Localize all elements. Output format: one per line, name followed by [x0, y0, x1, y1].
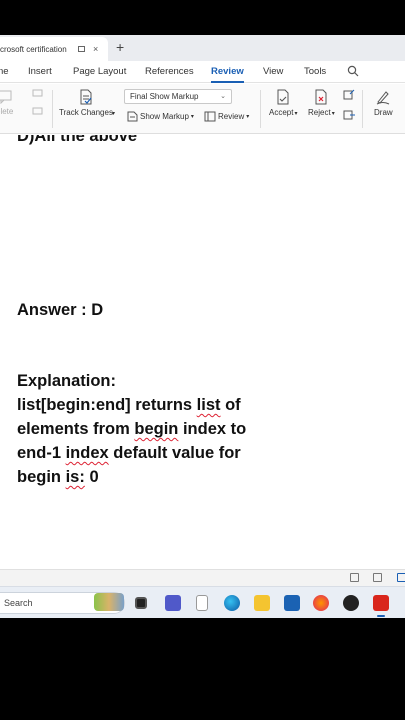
search-icon[interactable]	[347, 65, 359, 80]
reject-label: Reject	[308, 108, 331, 117]
show-markup-dropdown-icon: ▾	[190, 114, 194, 120]
track-changes-icon	[80, 89, 92, 105]
dark-app-icon[interactable]	[343, 595, 359, 611]
ribbon-divider	[52, 90, 53, 128]
review-label: Review	[218, 112, 245, 121]
show-markup-button[interactable]: Show Markup ▾	[127, 111, 194, 122]
text-run: of	[220, 396, 241, 414]
spelling-flag: is:	[65, 468, 85, 486]
track-changes-dropdown-icon[interactable]: ▾	[112, 110, 115, 117]
task-view-icon[interactable]	[135, 597, 147, 609]
firefox-icon[interactable]	[313, 595, 329, 611]
layout-view-icon[interactable]	[397, 573, 405, 582]
teams-icon[interactable]	[165, 595, 181, 611]
reject-dropdown-icon: ▾	[331, 111, 335, 117]
word-app-window: crosoft certification × + ne Insert Page…	[0, 35, 405, 618]
previous-option-line: D)All the above	[17, 135, 138, 145]
file-icon[interactable]	[196, 595, 208, 611]
taskbar: Search	[0, 586, 405, 618]
store-icon[interactable]	[284, 595, 300, 611]
status-bar	[0, 569, 405, 586]
next-change-button[interactable]	[343, 109, 356, 121]
taskbar-search-label: Search	[4, 598, 33, 608]
chevron-down-icon: ⌄	[220, 93, 226, 100]
spelling-flag: list	[196, 396, 221, 414]
page-view-icon[interactable]	[350, 573, 359, 582]
explanation-line-4: begin is: 0	[17, 465, 99, 489]
spelling-flag: index	[65, 444, 109, 462]
accept-icon	[277, 89, 289, 105]
explanation-line-1: list[begin:end] returns list of	[17, 393, 241, 417]
menu-review[interactable]: Review	[211, 66, 244, 83]
menu-references[interactable]: References	[145, 66, 194, 77]
previous-change-icon	[343, 89, 355, 100]
comment-prev-icon	[32, 89, 43, 97]
track-changes-button[interactable]: Track Changes	[59, 89, 113, 117]
reject-button[interactable]: Reject▾	[308, 89, 335, 117]
markup-mode-value: Final Show Markup	[130, 92, 199, 101]
active-app-indicator	[377, 615, 385, 617]
review-dropdown-icon: ▾	[246, 114, 250, 120]
text-run: 0	[84, 468, 99, 486]
document-tab[interactable]: crosoft certification ×	[0, 37, 108, 61]
next-change-icon	[343, 110, 355, 120]
previous-change-button[interactable]	[343, 89, 356, 101]
answer-line: Answer : D	[17, 301, 104, 319]
previous-comment-button[interactable]	[32, 89, 44, 99]
menu-home[interactable]: ne	[0, 66, 9, 77]
review-pane-icon	[204, 111, 216, 122]
spelling-flag: begin	[134, 420, 179, 438]
export-icon[interactable]	[373, 573, 382, 582]
markup-mode-select[interactable]: Final Show Markup ⌄	[124, 89, 232, 104]
review-pane-button[interactable]: Review ▾	[204, 111, 249, 122]
text-run: elements from	[17, 420, 135, 438]
track-changes-label: Track Changes	[59, 108, 113, 117]
pen-icon	[377, 91, 390, 105]
menu-tools[interactable]: Tools	[304, 66, 326, 77]
accept-label: Accept	[269, 108, 294, 117]
accept-dropdown-icon: ▾	[294, 111, 298, 117]
wps-office-icon[interactable]	[373, 595, 389, 611]
comment-next-icon	[32, 107, 43, 115]
menu-page-layout[interactable]: Page Layout	[73, 66, 126, 77]
next-comment-button[interactable]	[32, 107, 44, 117]
window-icon[interactable]	[78, 46, 85, 52]
close-tab-icon[interactable]: ×	[93, 44, 98, 54]
menu-bar: ne Insert Page Layout References Review …	[0, 61, 405, 83]
edge-browser-icon[interactable]	[224, 595, 240, 611]
ribbon-divider	[260, 90, 261, 128]
new-tab-button[interactable]: +	[116, 40, 124, 54]
explanation-heading: Explanation:	[17, 372, 117, 390]
tab-strip: crosoft certification × +	[0, 35, 405, 61]
text-run: index to	[178, 420, 247, 438]
draw-button[interactable]: Draw	[374, 89, 393, 117]
text-run: end-1	[17, 444, 66, 462]
explanation-line-3: end-1 index default value for	[17, 441, 241, 465]
show-markup-icon	[127, 111, 138, 122]
text-run: begin	[17, 468, 66, 486]
delete-comment-button[interactable]: elete	[0, 90, 13, 116]
delete-comment-icon	[0, 90, 12, 104]
review-ribbon: elete Track Changes ▾ Final Show Markup …	[0, 84, 405, 134]
screen: crosoft certification × + ne Insert Page…	[0, 0, 405, 720]
reject-icon	[315, 89, 327, 105]
file-explorer-icon[interactable]	[254, 595, 270, 611]
explanation-line-2: elements from begin index to	[17, 417, 246, 441]
search-highlight-image[interactable]	[94, 593, 124, 611]
document-tab-title: crosoft certification	[0, 44, 67, 54]
text-run: list[begin:end] returns	[17, 396, 197, 414]
menu-insert[interactable]: Insert	[28, 66, 52, 77]
text-run: default value for	[108, 444, 241, 462]
delete-label: elete	[0, 107, 14, 116]
accept-button[interactable]: Accept▾	[269, 89, 297, 117]
ribbon-divider	[362, 90, 363, 128]
menu-view[interactable]: View	[263, 66, 283, 77]
document-page[interactable]: D)All the above Answer : D Explanation: …	[0, 135, 405, 569]
show-markup-label: Show Markup	[140, 112, 189, 121]
draw-label: Draw	[374, 108, 393, 117]
